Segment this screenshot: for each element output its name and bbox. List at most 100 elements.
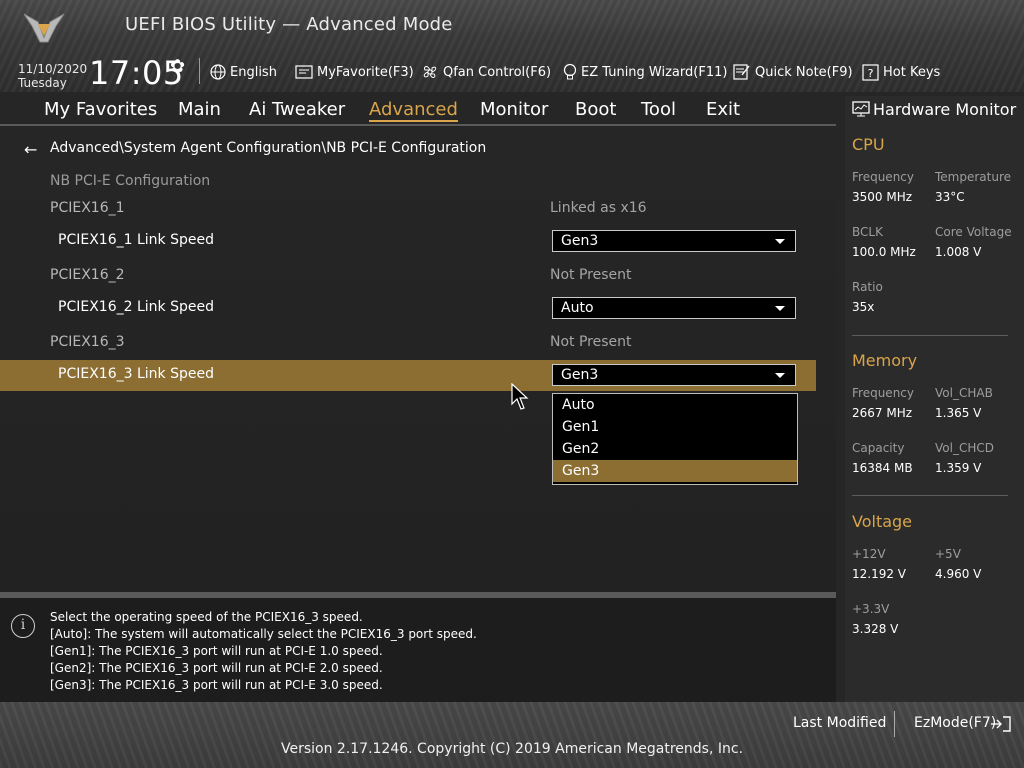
globe-icon [210, 64, 226, 80]
pciex16-2-speed-select[interactable]: Auto [552, 297, 796, 319]
hot-keys-button[interactable]: ? Hot Keys [862, 62, 940, 82]
pciex16-1-label: PCIEX16_1 [50, 200, 125, 216]
cpu-frequency-label: Frequency [852, 170, 914, 184]
ez-tuning-label: EZ Tuning Wizard(F11) [581, 64, 728, 80]
divider [852, 335, 1008, 336]
fan-icon [423, 66, 437, 78]
app-title: UEFI BIOS Utility — Advanced Mode [125, 14, 453, 35]
dropdown-option-gen2[interactable]: Gen2 [553, 438, 797, 460]
section-title: NB PCI-E Configuration [50, 173, 211, 189]
core-voltage-label: Core Voltage [935, 225, 1012, 239]
memory-section-title: Memory [852, 351, 918, 370]
select-value: Auto [561, 300, 594, 316]
pciex16-2-label: PCIEX16_2 [50, 267, 125, 283]
favorite-icon [295, 65, 313, 79]
tab-tool[interactable]: Tool [641, 99, 676, 120]
pciex16-1-status: Linked as x16 [550, 200, 647, 216]
settings-panel [0, 126, 836, 592]
svg-text:?: ? [868, 67, 874, 80]
dropdown-caret-icon [775, 239, 785, 244]
capacity-label: Capacity [852, 441, 905, 455]
dropdown-caret-icon [775, 306, 785, 311]
vol-chcd-label: Vol_CHCD [935, 441, 994, 455]
help-line: Select the operating speed of the PCIEX1… [50, 610, 363, 624]
quick-note-button[interactable]: Quick Note(F9) [733, 62, 853, 82]
help-line: [Gen3]: The PCIEX16_3 port will run at P… [50, 678, 383, 692]
date-display: 11/10/2020 Tuesday [18, 62, 87, 90]
pciex16-1-speed-select[interactable]: Gen3 [552, 230, 796, 252]
myfavorite-label: MyFavorite(F3) [317, 64, 414, 80]
hot-keys-label: Hot Keys [883, 64, 941, 80]
select-value: Gen3 [561, 233, 599, 249]
core-voltage-value: 1.008 V [935, 245, 982, 259]
cpu-frequency-value: 3500 MHz [852, 190, 913, 204]
dropdown-option-auto[interactable]: Auto [553, 394, 797, 416]
tab-exit[interactable]: Exit [706, 99, 740, 120]
tab-advanced[interactable]: Advanced [369, 99, 458, 122]
monitor-icon [852, 101, 870, 117]
dropdown-option-gen1[interactable]: Gen1 [553, 416, 797, 438]
cpu-temperature-value: 33°C [935, 190, 965, 204]
pciex16-1-speed-label: PCIEX16_1 Link Speed [58, 232, 214, 248]
pciex16-3-speed-label: PCIEX16_3 Link Speed [58, 366, 214, 382]
speed-dropdown-menu: Auto Gen1 Gen2 Gen3 [552, 393, 798, 485]
v33-value: 3.328 V [852, 622, 899, 636]
vol-chcd-value: 1.359 V [935, 461, 982, 475]
v12-label: +12V [852, 547, 886, 561]
qfan-label: Qfan Control(F6) [443, 64, 552, 80]
divider [852, 495, 1008, 496]
cpu-temperature-label: Temperature [935, 170, 1012, 184]
qfan-control-button[interactable]: Qfan Control(F6) [421, 62, 551, 82]
v33-label: +3.3V [852, 602, 890, 616]
pciex16-3-label: PCIEX16_3 [50, 334, 125, 350]
cpu-section-title: CPU [852, 135, 885, 154]
capacity-value: 16384 MB [852, 461, 913, 475]
quick-note-label: Quick Note(F9) [755, 64, 853, 80]
help-line: [Gen2]: The PCIEX16_3 port will run at P… [50, 661, 383, 675]
help-key-icon: ? [862, 63, 879, 81]
tab-boot[interactable]: Boot [575, 99, 616, 120]
ratio-label: Ratio [852, 280, 883, 294]
mouse-cursor-icon [511, 383, 529, 410]
date-text: 11/10/2020 [18, 62, 88, 76]
ezmode-button[interactable]: EzMode(F7) [914, 715, 996, 731]
back-arrow-icon[interactable]: ← [24, 140, 37, 159]
dropdown-option-gen3[interactable]: Gen3 [553, 460, 797, 482]
exit-to-ezmode-icon[interactable] [990, 715, 1012, 733]
breadcrumb: Advanced\System Agent Configuration\NB P… [50, 140, 487, 156]
v5-label: +5V [935, 547, 961, 561]
language-label: English [230, 64, 277, 80]
tab-monitor[interactable]: Monitor [480, 99, 548, 120]
ratio-value: 35x [852, 300, 875, 314]
help-line: [Gen1]: The PCIEX16_3 port will run at P… [50, 644, 383, 658]
lightbulb-icon [563, 63, 577, 80]
dropdown-caret-icon [775, 373, 785, 378]
voltage-section-title: Voltage [852, 512, 913, 531]
pciex16-2-speed-label: PCIEX16_2 Link Speed [58, 299, 214, 315]
vol-chab-value: 1.365 V [935, 406, 982, 420]
myfavorite-button[interactable]: MyFavorite(F3) [295, 62, 414, 82]
language-button[interactable]: English [210, 62, 277, 82]
v12-value: 12.192 V [852, 567, 907, 581]
tuf-logo [20, 8, 112, 44]
footer-bar [0, 702, 1024, 768]
pciex16-3-status: Not Present [550, 334, 632, 350]
bclk-value: 100.0 MHz [852, 245, 916, 259]
ez-tuning-button[interactable]: EZ Tuning Wizard(F11) [563, 62, 727, 82]
pciex16-3-speed-select[interactable]: Gen3 [552, 364, 796, 386]
tab-my-favorites[interactable]: My Favorites [44, 99, 157, 120]
version-info: Version 2.17.1246. Copyright (C) 2019 Am… [280, 741, 744, 757]
bclk-label: BCLK [852, 225, 883, 239]
day-text: Tuesday [18, 76, 67, 90]
last-modified-button[interactable]: Last Modified [793, 715, 886, 731]
note-icon [733, 64, 750, 80]
tab-ai-tweaker[interactable]: Ai Tweaker [249, 99, 345, 120]
tab-main[interactable]: Main [178, 99, 221, 120]
help-line: [Auto]: The system will automatically se… [50, 627, 477, 641]
select-value: Gen3 [561, 367, 599, 383]
v5-value: 4.960 V [935, 567, 982, 581]
hardware-monitor-title: Hardware Monitor [873, 100, 1017, 119]
divider [199, 58, 200, 84]
divider [894, 711, 895, 737]
gear-icon[interactable]: ✿ [170, 56, 185, 77]
